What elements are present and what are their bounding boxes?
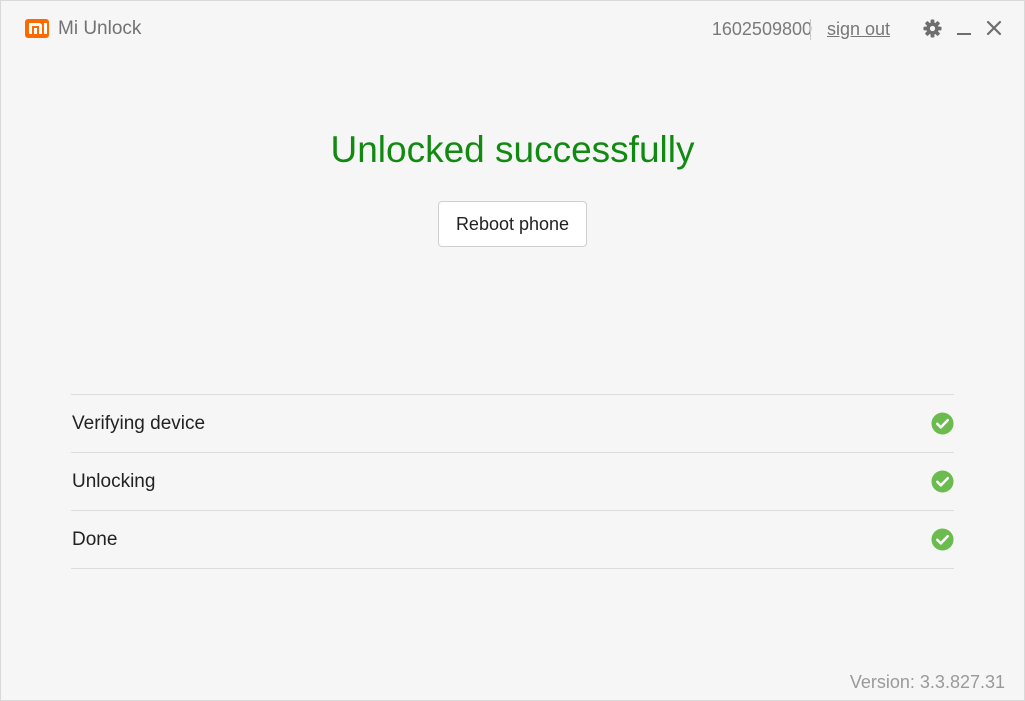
minimize-icon: [957, 33, 971, 35]
step-label: Done: [72, 529, 118, 550]
check-circle-icon: [931, 528, 954, 551]
step-done: Done: [71, 511, 954, 569]
check-circle-icon: [931, 470, 954, 493]
status-headline: Unlocked successfully: [330, 129, 695, 170]
step-verifying-device: Verifying device: [71, 395, 954, 453]
close-button[interactable]: [983, 17, 1005, 39]
step-label: Unlocking: [72, 471, 156, 492]
gear-icon: [922, 18, 942, 38]
step-label: Verifying device: [72, 413, 206, 434]
close-icon: [986, 20, 1002, 36]
account-id: 1602509800: [711, 19, 812, 39]
progress-steps: Verifying device Unlocking Done: [71, 394, 954, 569]
settings-button[interactable]: [921, 17, 943, 39]
app-title: Mi Unlock: [58, 18, 142, 39]
version-label: Version: 3.3.827.31: [849, 672, 1005, 692]
check-circle-icon: [931, 412, 954, 435]
title-bar[interactable]: Mi Unlock 1602509800 sign out: [1, 1, 1024, 57]
step-unlocking: Unlocking: [71, 453, 954, 511]
mi-unlock-window: Mi Unlock 1602509800 sign out Unlocked s…: [0, 0, 1025, 701]
minimize-button[interactable]: [953, 17, 975, 39]
divider: [810, 19, 811, 40]
mi-logo-icon: [25, 19, 49, 38]
sign-out-link[interactable]: sign out: [827, 19, 890, 40]
reboot-phone-button[interactable]: Reboot phone: [438, 201, 587, 247]
